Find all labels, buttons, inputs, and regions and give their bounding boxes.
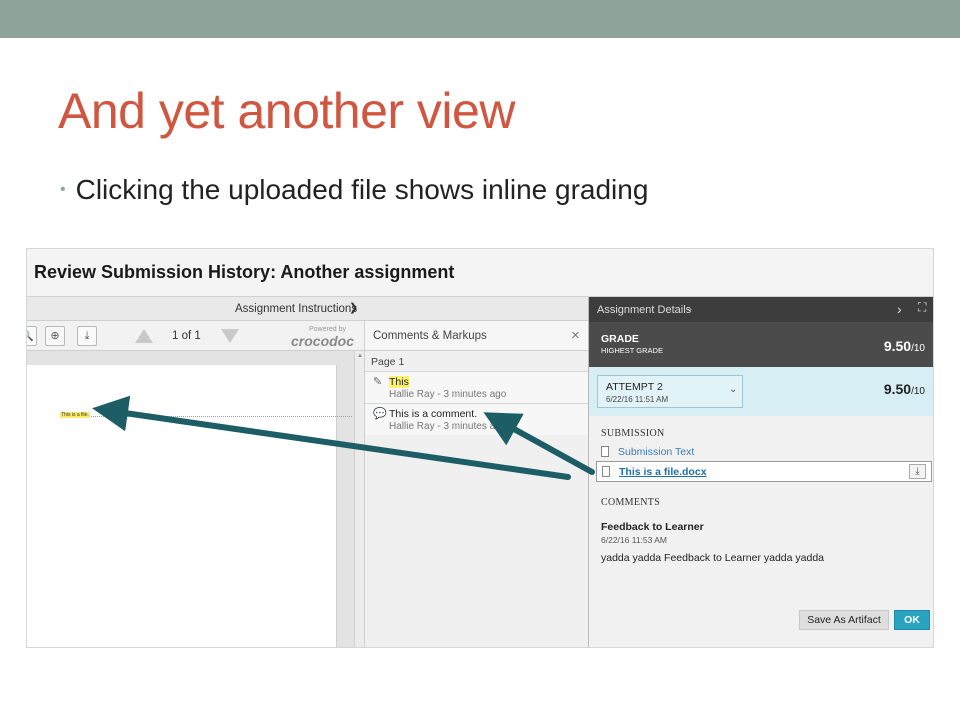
assignment-instructions-toggle[interactable]: Assignment Instructions ❯ — [27, 297, 588, 321]
submission-section-label: SUBMISSION — [601, 428, 665, 439]
review-title: Review Submission History: Another assig… — [34, 262, 455, 282]
attempt-row: ATTEMPT 2 6/22/16 11:51 AM ⌄ 9.50/10 — [589, 367, 933, 416]
grade-denominator: /10 — [911, 343, 925, 354]
grade-score: 9.50/10 — [884, 338, 925, 354]
highlight-icon: ✎ — [373, 376, 383, 388]
attempt-value: 9.50 — [883, 381, 912, 397]
annotation-line — [87, 416, 352, 417]
comments-header: Comments & Markups × — [365, 321, 589, 351]
comments-title: Comments & Markups — [373, 330, 487, 342]
embedded-screenshot: Review Submission History: Another assig… — [26, 248, 934, 648]
zoom-in-button[interactable]: ⊕ — [45, 326, 65, 346]
document-viewer: This is a file. ▲ — [27, 351, 364, 647]
comments-panel: Comments & Markups × Page 1 ✎ This Halli… — [364, 321, 589, 647]
comment-text: This — [389, 376, 409, 388]
crocodoc-logo: crocodoc — [291, 333, 355, 349]
fullscreen-icon[interactable]: ⛶ — [918, 300, 926, 315]
feedback-date: 6/22/16 11:53 AM — [601, 535, 668, 545]
powered-by-label: Powered by — [309, 326, 346, 333]
save-as-artifact-button[interactable]: Save As Artifact — [799, 610, 889, 630]
page-count: 1 of 1 — [172, 330, 201, 342]
attempt-select[interactable]: ATTEMPT 2 6/22/16 11:51 AM ⌄ — [597, 375, 743, 408]
grade-value: 9.50 — [883, 338, 912, 354]
scroll-up-icon[interactable]: ▲ — [357, 353, 363, 359]
chevron-right-icon[interactable]: › — [897, 301, 902, 317]
attempt-score: 9.50/10 — [884, 381, 925, 397]
assignment-details-header[interactable]: Assignment Details ⌄ › ⛶ — [589, 297, 933, 322]
bullet-dot-icon: • — [60, 181, 66, 198]
comments-section-label: COMMENTS — [601, 497, 661, 508]
comment-bubble-icon: 💬 — [373, 408, 387, 420]
assignment-details-panel: Assignment Details ⌄ › ⛶ GRADE HIGHEST G… — [588, 297, 933, 647]
submitted-file-row[interactable]: This is a file.docx ⤓ — [596, 461, 932, 482]
document-icon — [602, 466, 610, 477]
file-name: This is a file.docx — [619, 466, 707, 478]
slide-title: And yet another view — [58, 83, 515, 139]
page-label: Page 1 — [371, 356, 405, 368]
bullet-text: Clicking the uploaded file shows inline … — [75, 174, 649, 205]
chevron-down-icon: ⌄ — [686, 303, 694, 313]
comment-meta: Hallie Ray - 3 minutes ago — [389, 421, 507, 432]
feedback-title: Feedback to Learner — [601, 521, 704, 533]
slide-bullet: • Clicking the uploaded file shows inline… — [60, 174, 648, 206]
feedback-text: yadda yadda Feedback to Learner yadda ya… — [601, 552, 824, 564]
prev-page-button[interactable] — [135, 329, 153, 343]
next-page-button[interactable] — [221, 329, 239, 343]
document-page: This is a file. — [27, 365, 352, 647]
comment-item[interactable]: ✎ This Hallie Ray - 3 minutes ago — [365, 371, 589, 403]
close-icon[interactable]: × — [571, 327, 580, 344]
ok-button[interactable]: OK — [894, 610, 930, 630]
grade-label: GRADE — [601, 333, 639, 345]
slide-top-bar — [0, 0, 960, 38]
submission-text-link[interactable]: Submission Text — [601, 446, 694, 458]
highest-grade-label: HIGHEST GRADE — [601, 346, 663, 355]
attempt-denominator: /10 — [911, 386, 925, 397]
chevron-down-icon: ❯ — [349, 302, 359, 314]
file-link[interactable]: This is a file.docx — [602, 466, 707, 478]
zoom-out-icon[interactable]: 🔍 — [27, 326, 37, 346]
comment-item[interactable]: 💬 This is a comment. Hallie Ray - 3 minu… — [365, 403, 589, 435]
comment-meta: Hallie Ray - 3 minutes ago — [389, 389, 507, 400]
chevron-down-icon: ⌄ — [729, 384, 738, 395]
submission-text-label: Submission Text — [618, 446, 695, 458]
viewer-toolbar: 🔍 ⊕ ⤓ 1 of 1 Powered by crocodoc — [27, 321, 364, 351]
highlighted-text[interactable]: This is a file. — [60, 412, 90, 418]
viewer-scrollbar[interactable]: ▲ — [354, 351, 364, 647]
review-header: Review Submission History: Another assig… — [27, 249, 933, 297]
attempt-date: 6/22/16 11:51 AM — [606, 395, 669, 404]
assignment-details-title: Assignment Details — [597, 304, 692, 316]
attempt-label: ATTEMPT 2 — [606, 381, 663, 393]
grade-summary: GRADE HIGHEST GRADE 9.50/10 — [589, 322, 933, 367]
assignment-instructions-label: Assignment Instructions — [235, 303, 358, 315]
document-icon — [601, 446, 609, 457]
comment-text: This is a comment. — [389, 408, 478, 420]
download-doc-button[interactable]: ⤓ — [77, 326, 97, 346]
download-icon[interactable]: ⤓ — [909, 464, 926, 479]
